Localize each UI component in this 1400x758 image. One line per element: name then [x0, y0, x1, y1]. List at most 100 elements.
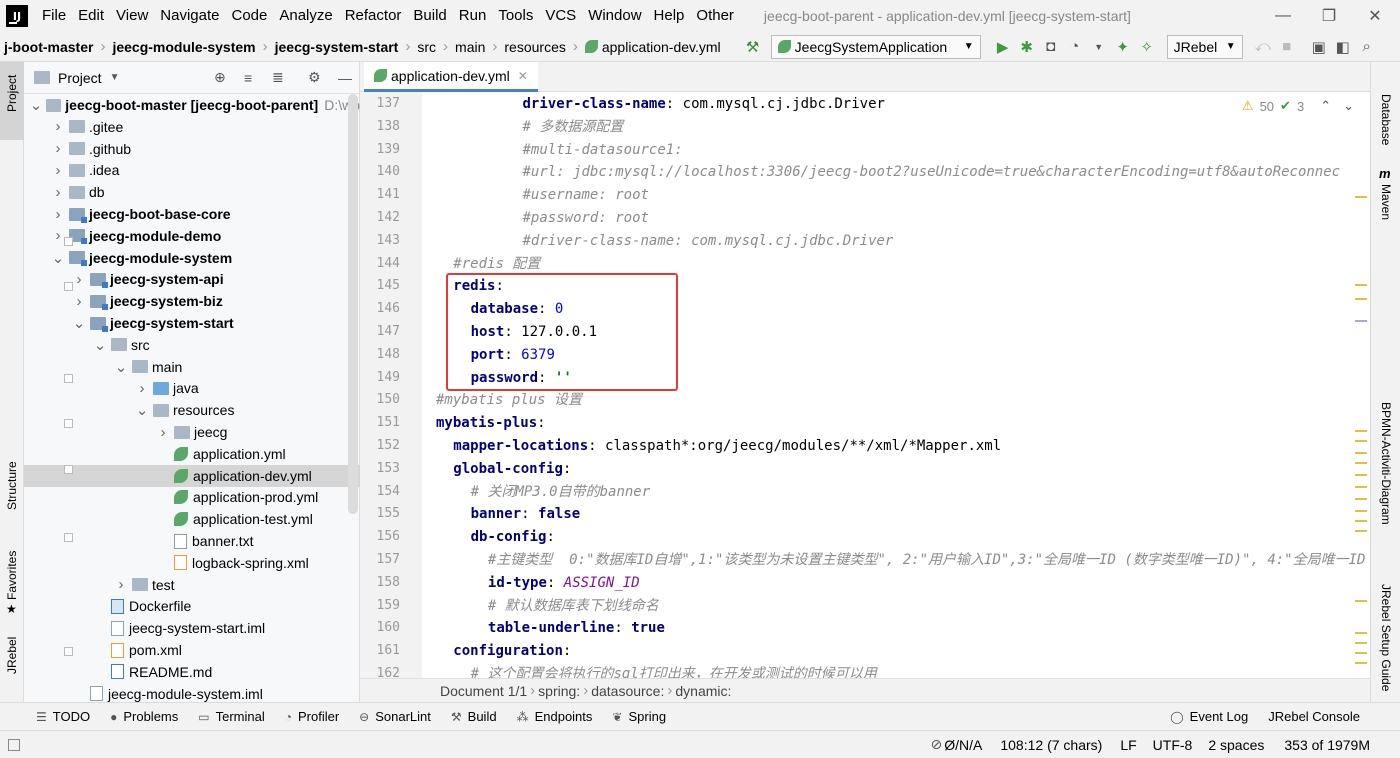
- chevron-down-icon[interactable]: ▼: [110, 72, 120, 83]
- file-encoding[interactable]: UTF-8: [1153, 737, 1193, 753]
- close-tab-icon[interactable]: ✕: [518, 69, 528, 83]
- menu-other[interactable]: Other: [690, 0, 740, 32]
- inspection-widget[interactable]: ⚠ 50 ✔ 3 ⌃ ⌄: [1242, 98, 1354, 114]
- chevron-right-icon[interactable]: ›: [51, 206, 65, 223]
- tree-item[interactable]: ⌄ jeecg-module-system: [24, 247, 360, 269]
- chevron-right-icon[interactable]: ›: [72, 271, 86, 288]
- stripe-marker[interactable]: [1355, 440, 1367, 442]
- tree-item[interactable]: › jeecg-system-biz: [24, 290, 360, 312]
- stripe-marker[interactable]: [1355, 632, 1367, 634]
- stripe-marker[interactable]: [1355, 510, 1367, 512]
- stripe-marker[interactable]: [1355, 474, 1367, 476]
- menu-edit[interactable]: Edit: [72, 0, 110, 32]
- database-tool-label[interactable]: Database: [1379, 94, 1393, 145]
- chevron-right-icon[interactable]: ›: [51, 227, 65, 244]
- indent-setting[interactable]: 2 spaces: [1208, 737, 1264, 753]
- tab-application-dev[interactable]: application-dev.yml ✕: [364, 62, 538, 92]
- stripe-marker[interactable]: [1355, 600, 1367, 602]
- collapse-all-icon[interactable]: ≣: [272, 69, 284, 86]
- menu-run[interactable]: Run: [453, 0, 493, 32]
- tree-item[interactable]: › .gitee: [24, 116, 360, 138]
- tree-item[interactable]: › .github: [24, 138, 360, 160]
- structure-tool-label[interactable]: Structure: [5, 461, 19, 510]
- tree-item[interactable]: › java: [24, 377, 360, 399]
- chevron-right-icon[interactable]: ›: [51, 162, 65, 179]
- crumb-main[interactable]: main: [451, 39, 489, 55]
- profile-icon[interactable]: ◔: [1063, 35, 1087, 59]
- jrebel-select[interactable]: JRebel ▼: [1166, 34, 1243, 59]
- tree-item[interactable]: ⌄ main: [24, 356, 360, 378]
- chevron-right-icon[interactable]: ›: [72, 293, 86, 310]
- tree-item[interactable]: Dockerfile: [24, 595, 360, 617]
- run-icon[interactable]: ▶: [991, 35, 1015, 59]
- memory-indicator[interactable]: 353 of 1979M: [1284, 737, 1370, 753]
- bpmn-tool-label[interactable]: BPMN-Activiti-Diagram: [1379, 402, 1393, 525]
- stripe-marker[interactable]: [1355, 320, 1367, 322]
- stripe-marker[interactable]: [1355, 430, 1367, 432]
- chevron-down-icon[interactable]: ⌄: [51, 249, 65, 267]
- crumb-system-start[interactable]: jeecg-system-start: [271, 39, 403, 55]
- menu-help[interactable]: Help: [648, 0, 691, 32]
- stripe-marker[interactable]: [1355, 284, 1367, 286]
- tree-item[interactable]: › .idea: [24, 159, 360, 181]
- tree-item[interactable]: application-prod.yml: [24, 486, 360, 508]
- stripe-marker[interactable]: [1355, 298, 1367, 300]
- stripe-marker[interactable]: [1355, 520, 1367, 522]
- project-tool-label[interactable]: Project: [5, 75, 19, 112]
- endpoints-tool[interactable]: ⁂ Endpoints: [507, 709, 603, 724]
- chevron-down-icon[interactable]: ⌄: [30, 96, 43, 114]
- build-hammer-icon[interactable]: ⚒: [741, 35, 765, 59]
- expand-all-icon[interactable]: ≡: [244, 70, 252, 86]
- stripe-marker[interactable]: [1355, 662, 1367, 664]
- tree-item[interactable]: ⌄ jeecg-boot-master [jeecg-boot-parent] D:\…: [24, 94, 360, 116]
- more-run-icon[interactable]: ▼: [1087, 35, 1111, 59]
- terminal-tool[interactable]: ▭ Terminal: [188, 709, 274, 724]
- tree-item[interactable]: ⌄ resources: [24, 399, 360, 421]
- sonarlint-tool[interactable]: ⊖ SonarLint: [349, 709, 441, 724]
- coverage-icon[interactable]: ◘: [1039, 35, 1063, 59]
- jrebel-run-icon[interactable]: ✦: [1111, 35, 1135, 59]
- tree-item[interactable]: ⌄ jeecg-system-start: [24, 312, 360, 334]
- stripe-marker[interactable]: [1355, 530, 1367, 532]
- chevron-right-icon[interactable]: ›: [51, 184, 65, 201]
- status-na[interactable]: Ø/N/A: [944, 737, 982, 753]
- fold-marker-icon[interactable]: [64, 373, 73, 383]
- line-separator[interactable]: LF: [1120, 737, 1136, 753]
- crumb-file[interactable]: application-dev.yml: [581, 39, 725, 55]
- document-crumb[interactable]: Document 1/1: [440, 683, 527, 699]
- gear-icon[interactable]: ⚙: [308, 69, 321, 86]
- chevron-right-icon[interactable]: ›: [156, 424, 170, 441]
- chevron-up-icon[interactable]: ⌃: [1320, 98, 1331, 114]
- stripe-marker[interactable]: [1355, 652, 1367, 654]
- chevron-right-icon[interactable]: ›: [51, 140, 65, 157]
- tree-item[interactable]: › jeecg-system-api: [24, 268, 360, 290]
- stripe-marker[interactable]: [1355, 486, 1367, 488]
- project-panel-title[interactable]: Project: [58, 70, 102, 86]
- datasource-crumb[interactable]: datasource:: [591, 683, 664, 699]
- dynamic-crumb[interactable]: dynamic:: [675, 683, 731, 699]
- tree-scrollbar[interactable]: [348, 94, 358, 514]
- stop-icon[interactable]: ■: [1275, 35, 1299, 59]
- stripe-marker[interactable]: [1355, 642, 1367, 644]
- chevron-down-icon[interactable]: ⌄: [93, 336, 107, 354]
- tree-item[interactable]: ⌄ src: [24, 334, 360, 356]
- hide-panel-icon[interactable]: —: [338, 70, 352, 86]
- fold-marker-icon[interactable]: [64, 647, 73, 657]
- menu-vcs[interactable]: VCS: [539, 0, 582, 32]
- fold-marker-icon[interactable]: [64, 533, 73, 543]
- chevron-right-icon[interactable]: ›: [51, 118, 65, 135]
- jrebel-console-tool[interactable]: JRebel Console: [1258, 709, 1370, 724]
- menu-refactor[interactable]: Refactor: [339, 0, 408, 32]
- maven-tool-label[interactable]: Maven: [1379, 184, 1393, 220]
- spring-tool[interactable]: ❦ Spring: [602, 709, 676, 724]
- menu-navigate[interactable]: Navigate: [154, 0, 225, 32]
- tree-item[interactable]: jeecg-system-start.iml: [24, 617, 360, 639]
- tree-item[interactable]: › test: [24, 574, 360, 596]
- tree-item[interactable]: › jeecg-module-demo: [24, 225, 360, 247]
- jrebel-debug-icon[interactable]: ✧: [1135, 35, 1159, 59]
- tree-item[interactable]: application.yml: [24, 443, 360, 465]
- event-log-tool[interactable]: ◯ Event Log: [1160, 709, 1258, 724]
- crumb-module-system[interactable]: jeecg-module-system: [108, 39, 259, 55]
- update-icon[interactable]: ⤺: [1251, 35, 1275, 59]
- menu-window[interactable]: Window: [582, 0, 647, 32]
